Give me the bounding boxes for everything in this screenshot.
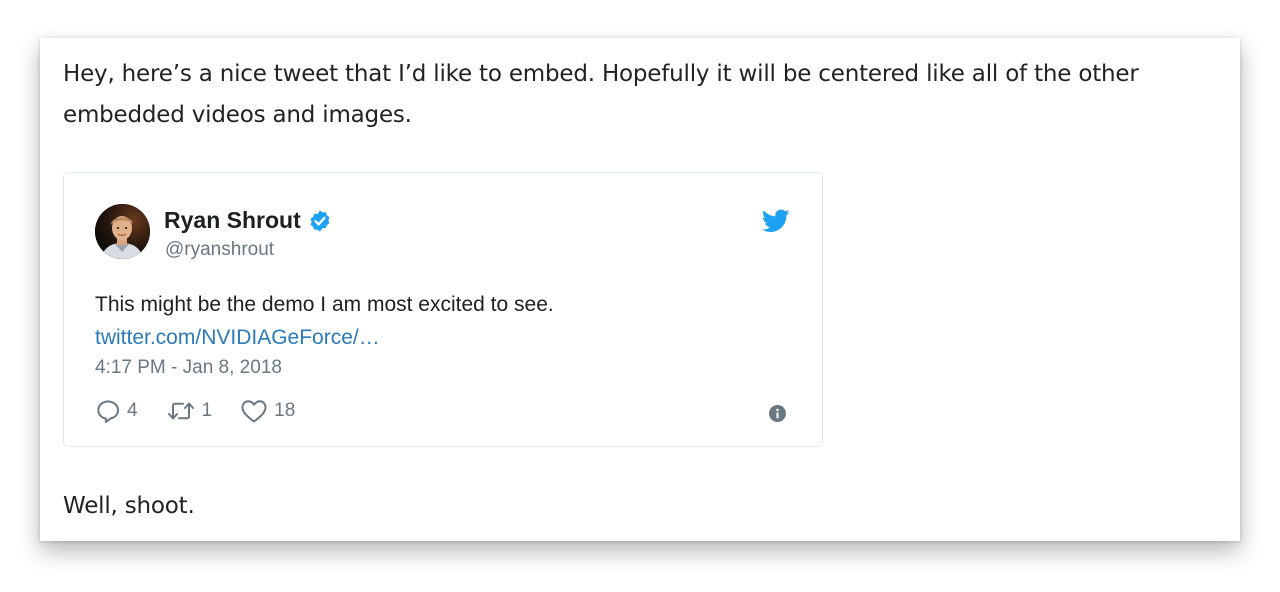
reply-count: 4 — [127, 400, 138, 421]
tweet-text: This might be the demo I am most excited… — [95, 293, 554, 316]
like-count: 18 — [274, 400, 296, 421]
author-name[interactable]: Ryan Shrout — [164, 207, 332, 234]
article-card: Hey, here’s a nice tweet that I’d like t… — [40, 38, 1240, 541]
author-handle[interactable]: @ryanshrout — [165, 239, 274, 261]
retweet-button[interactable]: 1 — [166, 398, 213, 424]
like-button[interactable]: 18 — [240, 398, 295, 424]
author-avatar[interactable] — [95, 204, 150, 259]
twitter-bird-icon[interactable] — [762, 209, 790, 233]
retweet-count: 1 — [201, 400, 213, 421]
intro-paragraph: Hey, here’s a nice tweet that I’d like t… — [63, 61, 1139, 128]
verified-badge-icon — [310, 210, 330, 231]
retweet-icon — [167, 402, 194, 420]
info-icon[interactable] — [769, 405, 786, 422]
author-name-text: Ryan Shrout — [164, 207, 301, 233]
tweet-actions: 4 1 18 — [95, 398, 323, 424]
heart-icon — [241, 400, 267, 423]
tweet-body: This might be the demo I am most excited… — [95, 288, 775, 354]
tweet-timestamp[interactable]: 4:17 PM - Jan 8, 2018 — [95, 357, 282, 379]
tweet-link[interactable]: twitter.com/NVIDIAGeForce/… — [95, 321, 775, 354]
outro-paragraph: Well, shoot. — [63, 493, 195, 519]
embedded-tweet[interactable]: Ryan Shrout @ryanshrout This might be th… — [63, 172, 823, 447]
reply-icon — [97, 400, 119, 423]
reply-button[interactable]: 4 — [95, 398, 138, 424]
avatar-image — [95, 204, 150, 259]
